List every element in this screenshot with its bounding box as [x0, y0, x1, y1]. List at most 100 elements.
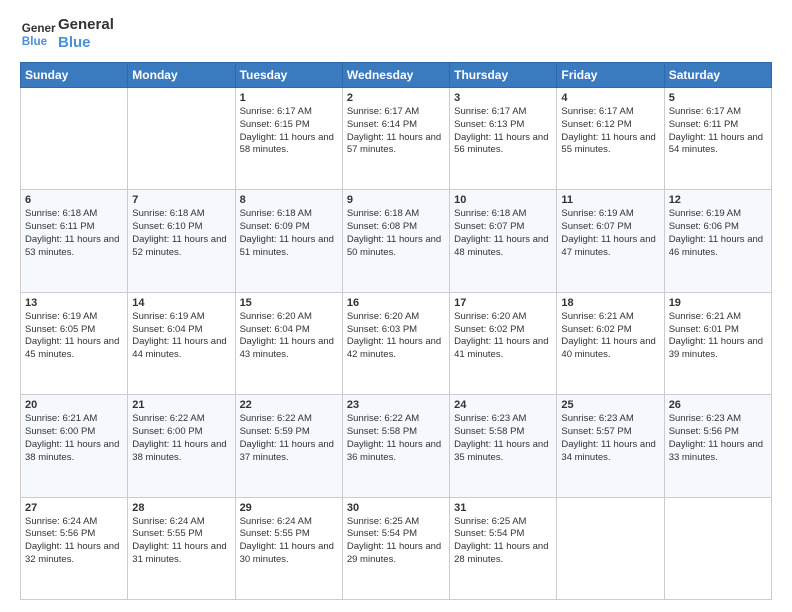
day-number: 18 — [561, 297, 659, 309]
day-info: Sunrise: 6:17 AM Sunset: 6:11 PM Dayligh… — [669, 106, 767, 157]
calendar-cell: 25 Sunrise: 6:23 AM Sunset: 5:57 PM Dayli… — [557, 395, 664, 497]
day-info: Sunrise: 6:25 AM Sunset: 5:54 PM Dayligh… — [454, 516, 552, 567]
calendar-cell: 13Sunrise: 6:19 AM Sunset: 6:05 PM Dayli… — [21, 292, 128, 394]
day-number: 7 — [132, 194, 230, 206]
calendar-cell: 8Sunrise: 6:18 AM Sunset: 6:09 PM Daylig… — [235, 190, 342, 292]
day-number: 22 — [240, 399, 338, 411]
calendar-cell: 31 Sunrise: 6:25 AM Sunset: 5:54 PM Dayli… — [450, 497, 557, 599]
day-info: Sunrise: 6:21 AM Sunset: 6:02 PM Dayligh… — [561, 311, 659, 362]
day-number: 11 — [561, 194, 659, 206]
calendar-week-3: 13Sunrise: 6:19 AM Sunset: 6:05 PM Dayli… — [21, 292, 772, 394]
calendar-cell: 17 Sunrise: 6:20 AM Sunset: 6:02 PM Dayli… — [450, 292, 557, 394]
day-number: 14 — [132, 297, 230, 309]
calendar-header-saturday: Saturday — [664, 63, 771, 88]
day-number: 31 — [454, 502, 552, 514]
calendar-cell: 29 Sunrise: 6:24 AM Sunset: 5:55 PM Dayli… — [235, 497, 342, 599]
calendar-cell: 18 Sunrise: 6:21 AM Sunset: 6:02 PM Dayli… — [557, 292, 664, 394]
calendar-cell: 19 Sunrise: 6:21 AM Sunset: 6:01 PM Dayli… — [664, 292, 771, 394]
calendar-cell: 6 Sunrise: 6:18 AM Sunset: 6:11 PM Daylig… — [21, 190, 128, 292]
calendar-cell — [128, 88, 235, 190]
day-info: Sunrise: 6:22 AM Sunset: 5:58 PM Dayligh… — [347, 413, 445, 464]
calendar-cell: 9 Sunrise: 6:18 AM Sunset: 6:08 PM Daylig… — [342, 190, 449, 292]
day-number: 23 — [347, 399, 445, 411]
calendar-cell: 3 Sunrise: 6:17 AM Sunset: 6:13 PM Daylig… — [450, 88, 557, 190]
day-number: 28 — [132, 502, 230, 514]
day-info: Sunrise: 6:19 AM Sunset: 6:07 PM Dayligh… — [561, 208, 659, 259]
day-number: 3 — [454, 92, 552, 104]
day-info: Sunrise: 6:21 AM Sunset: 6:01 PM Dayligh… — [669, 311, 767, 362]
calendar-cell — [557, 497, 664, 599]
day-number: 29 — [240, 502, 338, 514]
day-info: Sunrise: 6:17 AM Sunset: 6:12 PM Dayligh… — [561, 106, 659, 157]
calendar-cell: 7 Sunrise: 6:18 AM Sunset: 6:10 PM Daylig… — [128, 190, 235, 292]
day-info: Sunrise: 6:24 AM Sunset: 5:55 PM Dayligh… — [240, 516, 338, 567]
calendar-cell: 26Sunrise: 6:23 AM Sunset: 5:56 PM Dayli… — [664, 395, 771, 497]
day-number: 19 — [669, 297, 767, 309]
day-info: Sunrise: 6:17 AM Sunset: 6:14 PM Dayligh… — [347, 106, 445, 157]
day-info: Sunrise: 6:18 AM Sunset: 6:11 PM Dayligh… — [25, 208, 123, 259]
day-number: 6 — [25, 194, 123, 206]
day-info: Sunrise: 6:22 AM Sunset: 5:59 PM Dayligh… — [240, 413, 338, 464]
calendar-cell: 10 Sunrise: 6:18 AM Sunset: 6:07 PM Dayli… — [450, 190, 557, 292]
day-info: Sunrise: 6:25 AM Sunset: 5:54 PM Dayligh… — [347, 516, 445, 567]
day-info: Sunrise: 6:18 AM Sunset: 6:10 PM Dayligh… — [132, 208, 230, 259]
day-info: Sunrise: 6:24 AM Sunset: 5:55 PM Dayligh… — [132, 516, 230, 567]
calendar-cell: 14 Sunrise: 6:19 AM Sunset: 6:04 PM Dayli… — [128, 292, 235, 394]
logo-icon: General Blue — [20, 16, 56, 52]
day-number: 25 — [561, 399, 659, 411]
calendar-cell: 2Sunrise: 6:17 AM Sunset: 6:14 PM Daylig… — [342, 88, 449, 190]
calendar-cell: 4 Sunrise: 6:17 AM Sunset: 6:12 PM Daylig… — [557, 88, 664, 190]
day-info: Sunrise: 6:23 AM Sunset: 5:58 PM Dayligh… — [454, 413, 552, 464]
day-number: 24 — [454, 399, 552, 411]
svg-text:General: General — [22, 22, 56, 35]
calendar-cell — [21, 88, 128, 190]
day-info: Sunrise: 6:18 AM Sunset: 6:08 PM Dayligh… — [347, 208, 445, 259]
calendar-header-sunday: Sunday — [21, 63, 128, 88]
calendar-cell: 16Sunrise: 6:20 AM Sunset: 6:03 PM Dayli… — [342, 292, 449, 394]
day-number: 21 — [132, 399, 230, 411]
day-number: 27 — [25, 502, 123, 514]
day-info: Sunrise: 6:17 AM Sunset: 6:13 PM Dayligh… — [454, 106, 552, 157]
calendar-cell: 5 Sunrise: 6:17 AM Sunset: 6:11 PM Daylig… — [664, 88, 771, 190]
calendar-cell: 28 Sunrise: 6:24 AM Sunset: 5:55 PM Dayli… — [128, 497, 235, 599]
calendar-cell: 27 Sunrise: 6:24 AM Sunset: 5:56 PM Dayli… — [21, 497, 128, 599]
calendar-cell: 1 Sunrise: 6:17 AM Sunset: 6:15 PM Daylig… — [235, 88, 342, 190]
calendar-week-5: 27 Sunrise: 6:24 AM Sunset: 5:56 PM Dayli… — [21, 497, 772, 599]
logo: General Blue General Blue — [20, 16, 114, 52]
day-info: Sunrise: 6:17 AM Sunset: 6:15 PM Dayligh… — [240, 106, 338, 157]
day-number: 16 — [347, 297, 445, 309]
day-number: 20 — [25, 399, 123, 411]
day-info: Sunrise: 6:18 AM Sunset: 6:07 PM Dayligh… — [454, 208, 552, 259]
calendar-week-2: 6 Sunrise: 6:18 AM Sunset: 6:11 PM Daylig… — [21, 190, 772, 292]
day-info: Sunrise: 6:24 AM Sunset: 5:56 PM Dayligh… — [25, 516, 123, 567]
day-number: 10 — [454, 194, 552, 206]
calendar-cell: 22 Sunrise: 6:22 AM Sunset: 5:59 PM Dayli… — [235, 395, 342, 497]
calendar-header-friday: Friday — [557, 63, 664, 88]
day-number: 9 — [347, 194, 445, 206]
calendar-week-4: 20Sunrise: 6:21 AM Sunset: 6:00 PM Dayli… — [21, 395, 772, 497]
day-number: 12 — [669, 194, 767, 206]
day-info: Sunrise: 6:23 AM Sunset: 5:56 PM Dayligh… — [669, 413, 767, 464]
day-info: Sunrise: 6:19 AM Sunset: 6:04 PM Dayligh… — [132, 311, 230, 362]
logo-blue: Blue — [58, 34, 114, 52]
day-number: 1 — [240, 92, 338, 104]
calendar-cell: 23 Sunrise: 6:22 AM Sunset: 5:58 PM Dayli… — [342, 395, 449, 497]
day-number: 5 — [669, 92, 767, 104]
calendar-header-thursday: Thursday — [450, 63, 557, 88]
day-info: Sunrise: 6:20 AM Sunset: 6:04 PM Dayligh… — [240, 311, 338, 362]
calendar-cell: 21Sunrise: 6:22 AM Sunset: 6:00 PM Dayli… — [128, 395, 235, 497]
day-info: Sunrise: 6:23 AM Sunset: 5:57 PM Dayligh… — [561, 413, 659, 464]
header: General Blue General Blue — [20, 16, 772, 52]
day-number: 13 — [25, 297, 123, 309]
day-number: 15 — [240, 297, 338, 309]
day-info: Sunrise: 6:19 AM Sunset: 6:06 PM Dayligh… — [669, 208, 767, 259]
calendar-cell: 12 Sunrise: 6:19 AM Sunset: 6:06 PM Dayli… — [664, 190, 771, 292]
day-info: Sunrise: 6:20 AM Sunset: 6:02 PM Dayligh… — [454, 311, 552, 362]
day-number: 4 — [561, 92, 659, 104]
logo-general: General — [58, 16, 114, 34]
calendar-cell: 24 Sunrise: 6:23 AM Sunset: 5:58 PM Dayli… — [450, 395, 557, 497]
day-number: 30 — [347, 502, 445, 514]
calendar-week-1: 1 Sunrise: 6:17 AM Sunset: 6:15 PM Daylig… — [21, 88, 772, 190]
day-number: 17 — [454, 297, 552, 309]
calendar-header-row: SundayMondayTuesdayWednesdayThursdayFrid… — [21, 63, 772, 88]
